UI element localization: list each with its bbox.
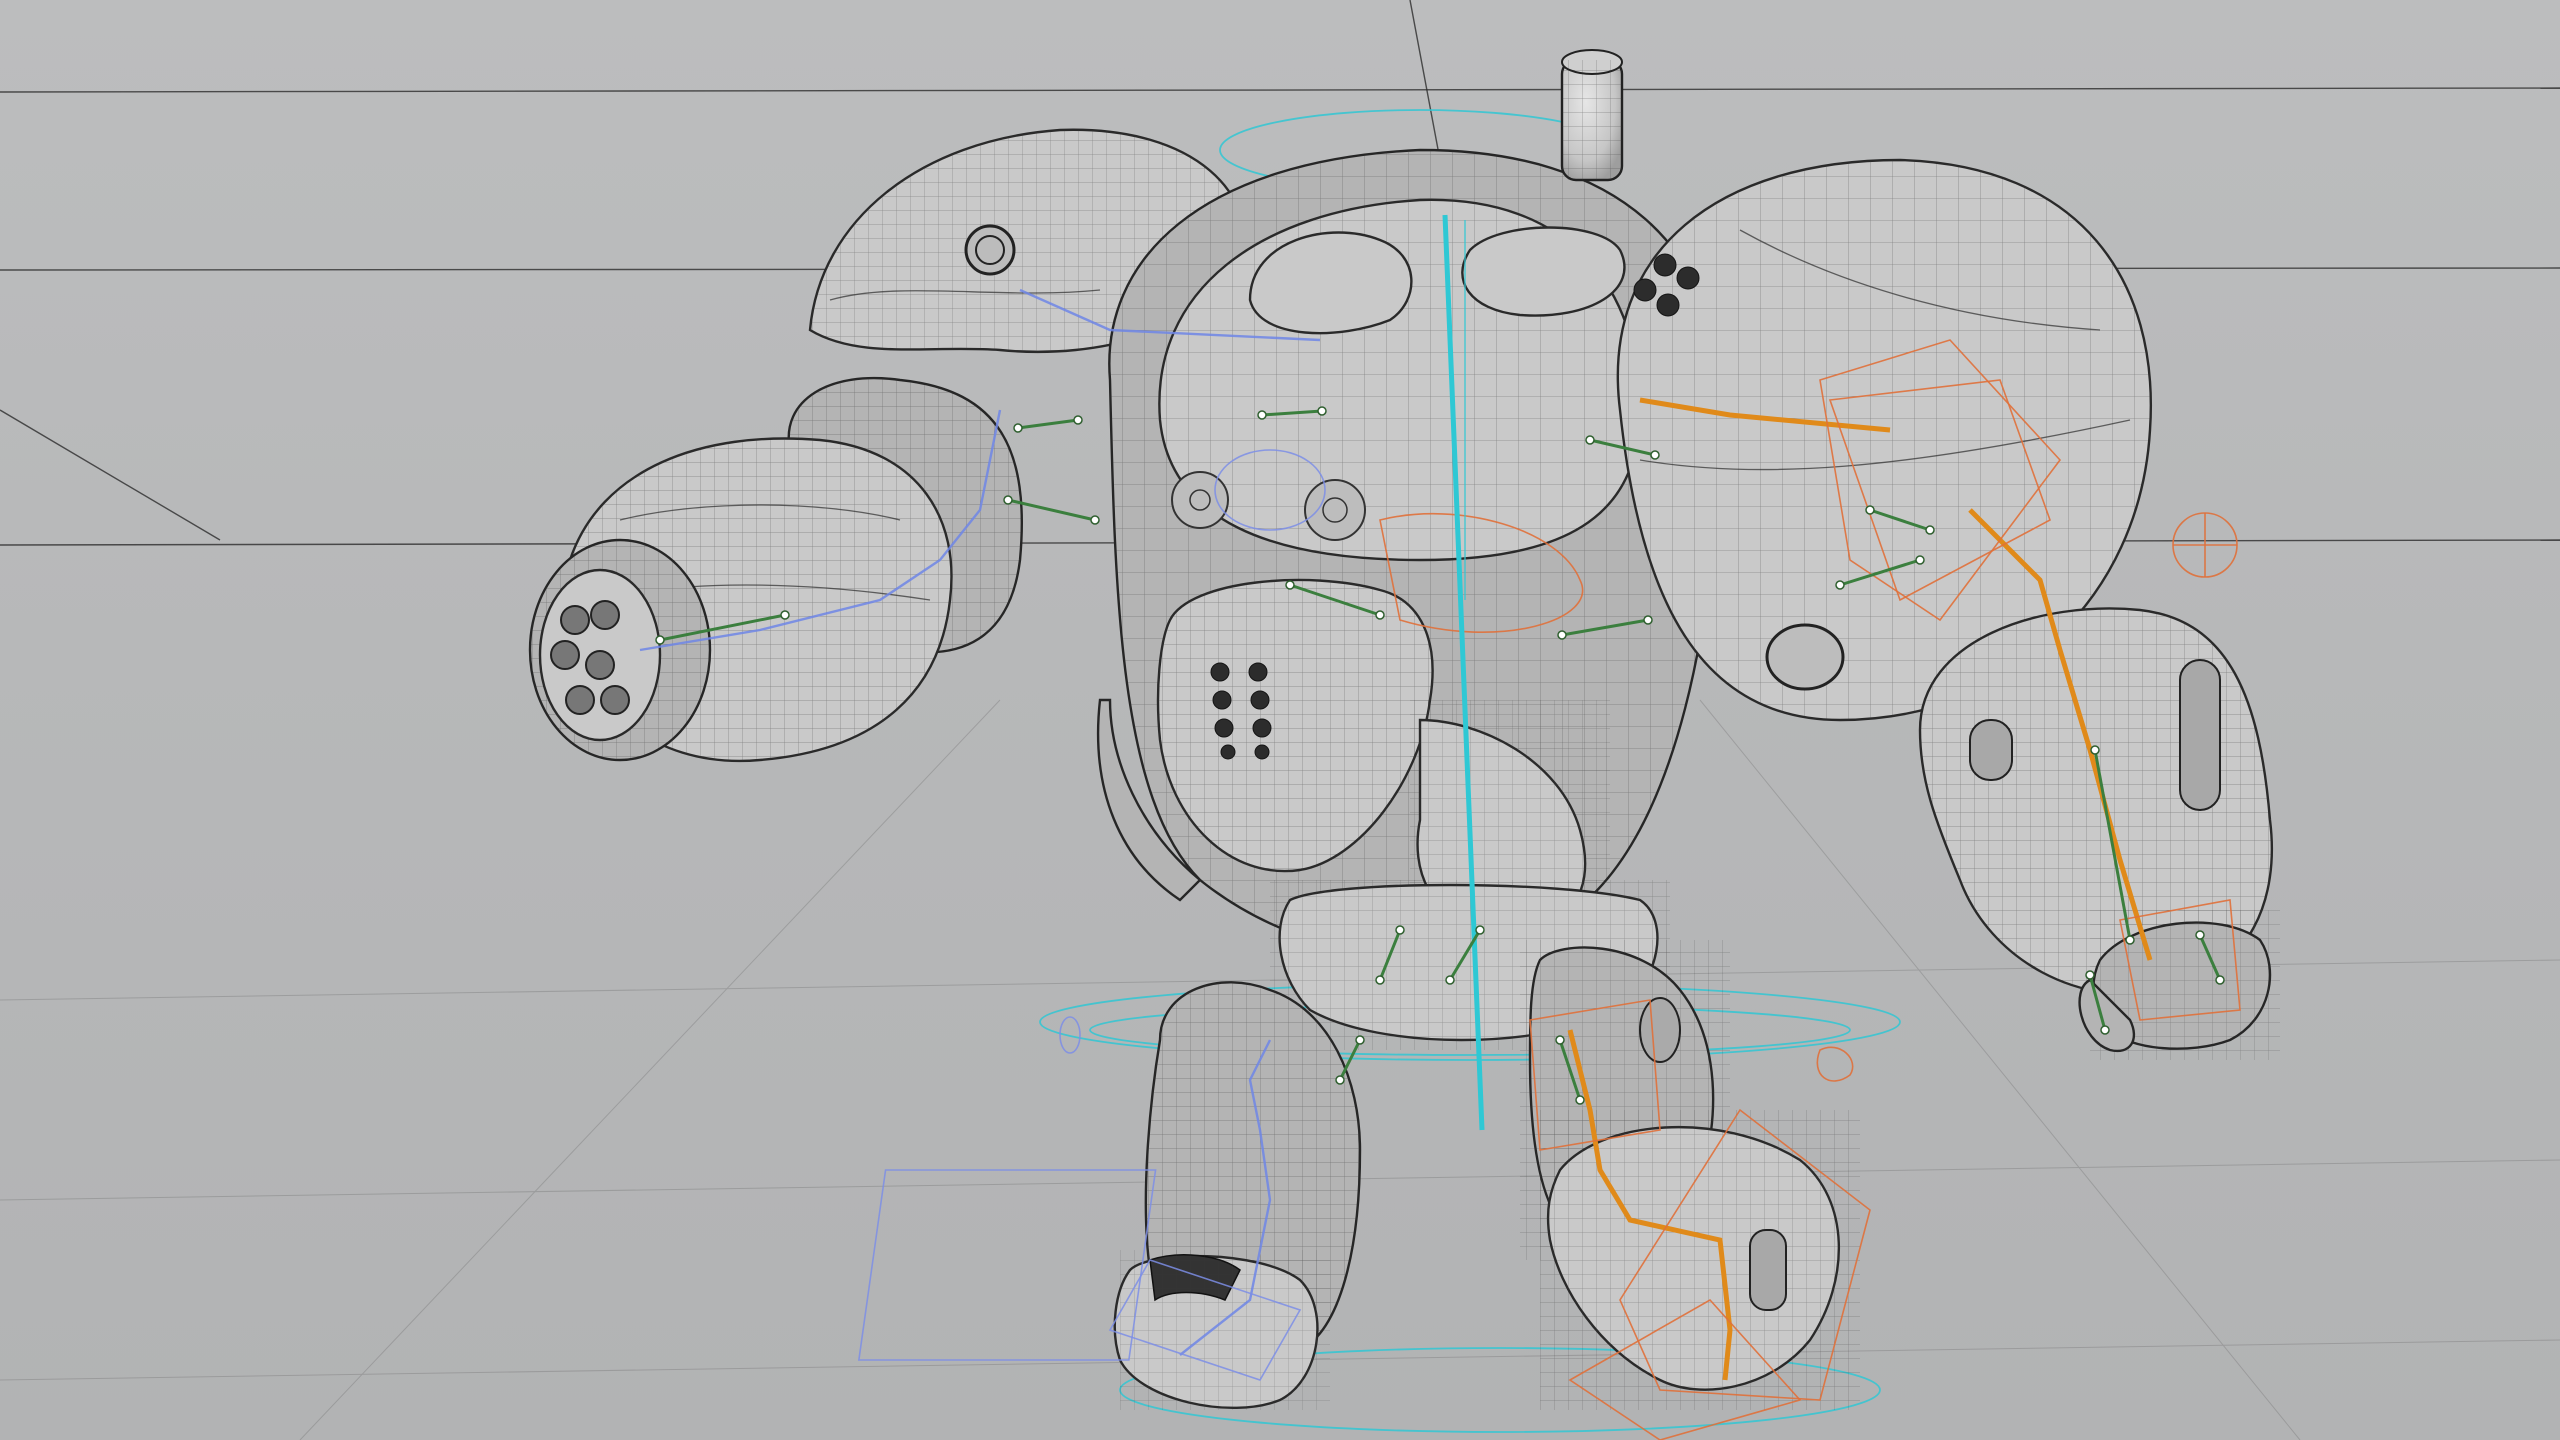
eye-sensor-left-icon: [1171, 471, 1229, 529]
exhaust-pipe[interactable]: [1560, 49, 1624, 182]
3d-viewport[interactable]: [0, 0, 2560, 1440]
scene-canvas[interactable]: [0, 0, 2560, 1440]
right-hand[interactable]: [2078, 910, 2280, 1060]
shoulder-bolt-icon: [964, 224, 1016, 276]
left-hand-gun[interactable]: [528, 538, 712, 762]
eye-sensor-right-icon: [1304, 479, 1366, 541]
right-leg[interactable]: [1520, 940, 1860, 1410]
shoulder-port-icon: [1765, 623, 1845, 691]
